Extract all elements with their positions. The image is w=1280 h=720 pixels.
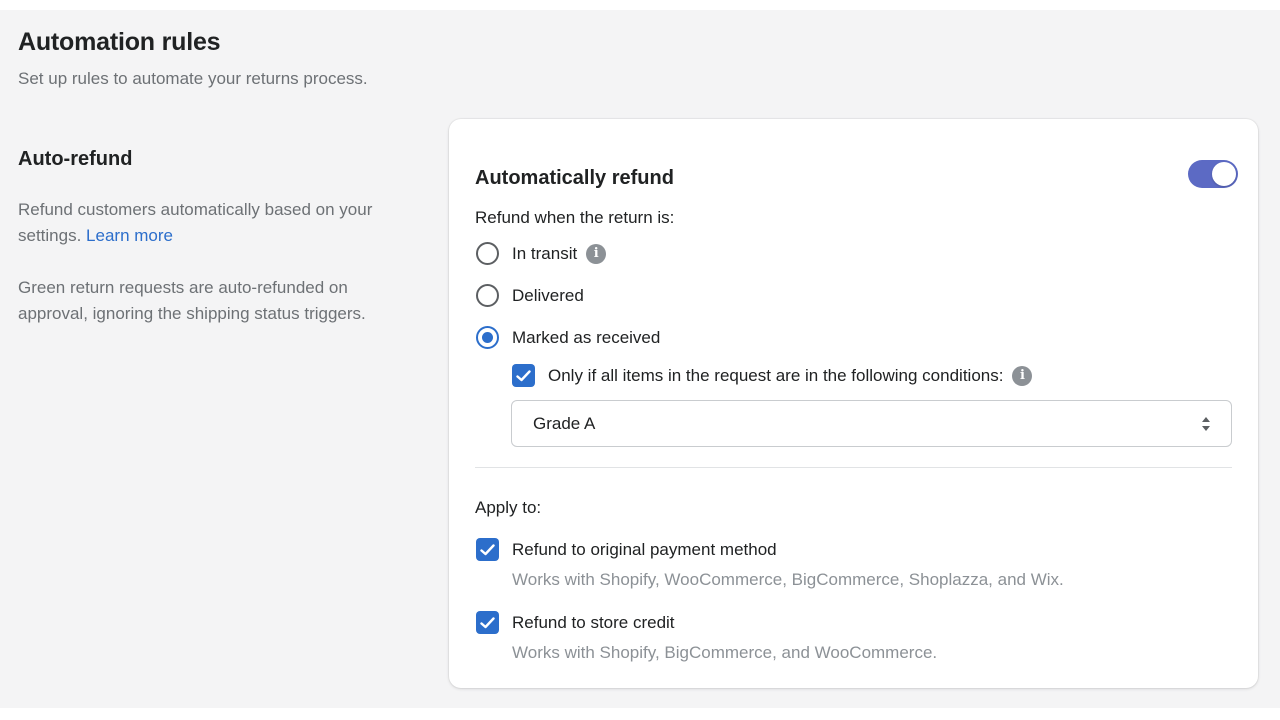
refund-original-payment-label: Refund to original payment method [512, 539, 777, 559]
divider [475, 467, 1232, 468]
section-note: Green return requests are auto-refunded … [18, 278, 366, 323]
section-description: Refund customers automatically based on … [18, 197, 408, 249]
learn-more-link[interactable]: Learn more [86, 226, 173, 245]
checkmark-icon [480, 543, 495, 555]
radio-button-selected[interactable] [476, 326, 499, 349]
condition-checkbox-row[interactable]: Only if all items in the request are in … [512, 364, 1033, 387]
info-icon[interactable]: i [1012, 365, 1033, 386]
auto-refund-toggle[interactable] [1188, 160, 1238, 188]
info-icon[interactable]: i [586, 243, 607, 264]
radio-delivered[interactable]: Delivered [476, 284, 584, 307]
condition-select[interactable]: Grade A [511, 400, 1232, 447]
radio-label: Marked as received [512, 327, 661, 347]
condition-checkbox-label: Only if all items in the request are in … [548, 365, 1004, 385]
refund-original-payment-checkbox[interactable] [476, 538, 499, 561]
radio-label: Delivered [512, 285, 584, 305]
condition-checkbox[interactable] [512, 364, 535, 387]
section-title: Auto-refund [18, 148, 133, 170]
select-arrows-icon [1201, 415, 1211, 433]
radio-button[interactable] [476, 284, 499, 307]
checkmark-icon [516, 369, 531, 381]
condition-select-value: Grade A [533, 413, 596, 433]
refund-when-label: Refund when the return is: [475, 208, 675, 227]
refund-store-credit-label: Refund to store credit [512, 612, 675, 632]
refund-store-credit-row[interactable]: Refund to store credit [476, 611, 675, 634]
automation-rules-page: Automation rules Set up rules to automat… [0, 10, 1280, 708]
auto-refund-card: Automatically refund Refund when the ret… [449, 119, 1258, 688]
refund-store-credit-checkbox[interactable] [476, 611, 499, 634]
refund-original-payment-help: Works with Shopify, WooCommerce, BigComm… [512, 570, 1064, 589]
refund-original-payment-row[interactable]: Refund to original payment method [476, 538, 777, 561]
apply-to-label: Apply to: [475, 498, 542, 517]
section-description-text: Refund customers automatically based on … [18, 200, 373, 245]
page-subtitle: Set up rules to automate your returns pr… [18, 69, 368, 88]
checkmark-icon [480, 616, 495, 628]
refund-store-credit-help: Works with Shopify, BigCommerce, and Woo… [512, 643, 938, 662]
radio-marked-as-received[interactable]: Marked as received [476, 326, 660, 349]
radio-label: In transit [512, 243, 578, 263]
radio-in-transit[interactable]: In transit i [476, 242, 607, 265]
radio-button[interactable] [476, 242, 499, 265]
toggle-knob [1212, 162, 1236, 186]
page-title: Automation rules [18, 28, 221, 56]
auto-refund-section-info: Auto-refund Refund customers automatical… [18, 148, 408, 327]
card-title: Automatically refund [475, 167, 674, 189]
